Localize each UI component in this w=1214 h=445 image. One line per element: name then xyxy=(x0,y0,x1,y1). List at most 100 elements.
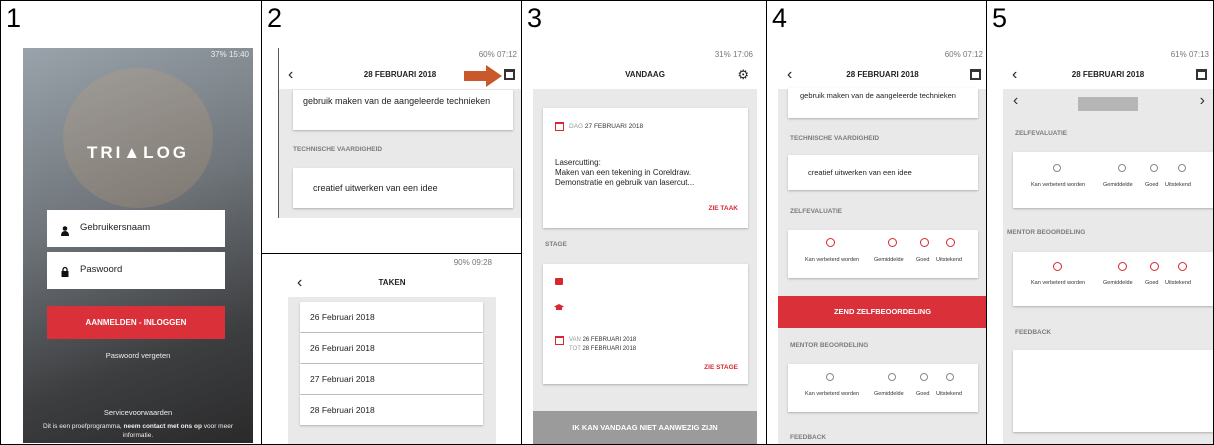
list-item[interactable]: 26 Februari 2018 xyxy=(300,333,483,363)
arrow-annotation xyxy=(464,65,502,92)
self-rating-card: Kan verbeterd worden Gemiddelde Goed Uit… xyxy=(788,230,978,278)
stage-card: VAN 26 FEBRUARI 2018 TOT 28 FEBRUARI 201… xyxy=(543,264,748,384)
skill-card: creatief uitwerken van een idee xyxy=(293,168,513,208)
header-date: 28 FEBRUARI 2018 xyxy=(363,70,437,79)
today-screen: 31% 17:06 VANDAAG ⚙ DAG 27 FEBRUARI 2018… xyxy=(533,48,757,444)
app-header: VANDAAG ⚙ xyxy=(533,61,757,89)
task-description: Lasercutting: Maken van een tekening in … xyxy=(555,158,695,187)
rating-option[interactable] xyxy=(1053,262,1062,271)
name-redacted xyxy=(1078,97,1138,111)
rating-option[interactable] xyxy=(946,238,955,247)
gear-icon[interactable]: ⚙ xyxy=(737,61,749,89)
mentor-evaluation-screen: 61% 07:13 ‹ 28 FEBRUARI 2018 ‹ › ZELFEVA… xyxy=(1003,48,1213,444)
section-title: MENTOR BEOORDELING xyxy=(790,342,869,349)
rating-option xyxy=(826,373,834,381)
rating-option[interactable] xyxy=(826,238,835,247)
app-header: ‹ TAKEN xyxy=(288,269,496,297)
skill-card: creatief uitwerken van een idee xyxy=(788,155,978,190)
status-bar: 60% 07:12 xyxy=(279,48,521,61)
password-field[interactable]: Paswoord xyxy=(47,252,225,289)
contact-link[interactable]: neem contact met ons op xyxy=(124,423,202,430)
previous-icon[interactable]: ‹ xyxy=(1013,92,1018,110)
calendar-icon xyxy=(555,122,564,131)
header-date: 28 FEBRUARI 2018 xyxy=(846,70,919,79)
list-item[interactable]: 27 Februari 2018 xyxy=(300,364,483,394)
section-title: STAGE xyxy=(545,241,567,248)
see-stage-link[interactable]: ZIE STAGE xyxy=(704,364,738,371)
lock-icon xyxy=(61,264,69,277)
login-screen: 37% 15:40 TRI▲LOG Gebruikersnaam Paswoor… xyxy=(23,48,253,443)
panel-1: 1 37% 15:40 TRI▲LOG Gebruikersnaam Paswo… xyxy=(0,0,262,445)
send-self-evaluation-button[interactable]: ZEND ZELFBEOORDELING xyxy=(778,296,986,328)
day-detail-screen: 60% 07:12 ‹ 28 FEBRUARI 2018 gebruik mak… xyxy=(278,48,521,218)
evaluation-screen: 60% 07:12 ‹ 28 FEBRUARI 2018 gebruik mak… xyxy=(778,48,986,444)
panel-5: 5 61% 07:13 ‹ 28 FEBRUARI 2018 ‹ › ZELFE… xyxy=(986,0,1214,445)
section-title: MENTOR BEOORDELING xyxy=(1007,229,1086,236)
task-card: DAG 27 FEBRUARI 2018 Lasercutting: Maken… xyxy=(543,108,748,228)
rating-option[interactable] xyxy=(1150,262,1159,271)
trialog-logo: TRI▲LOG xyxy=(86,143,190,162)
absent-button[interactable]: IK KAN VANDAAG NIET AANWEZIG ZIJN xyxy=(533,411,757,444)
rating-option[interactable] xyxy=(888,238,897,247)
rating-option[interactable] xyxy=(1178,262,1187,271)
see-task-link[interactable]: ZIE TAAK xyxy=(709,205,739,212)
panel-2: 2 60% 07:12 ‹ 28 FEBRUARI 2018 gebruik m… xyxy=(261,0,522,445)
briefcase-icon xyxy=(555,278,563,285)
terms-link[interactable]: Servicevoorwaarden xyxy=(23,408,253,417)
self-rating-card: Kan verbeterd worden Gemiddelde Goed Uit… xyxy=(1013,152,1213,208)
forgot-password-link[interactable]: Paswoord vergeten xyxy=(23,351,253,360)
panel-3: 3 31% 17:06 VANDAAG ⚙ DAG 27 FEBRUARI 20… xyxy=(521,0,767,445)
section-title: TECHNISCHE VAARDIGHEID xyxy=(293,146,383,153)
section-title: TECHNISCHE VAARDIGHEID xyxy=(790,135,880,142)
back-icon[interactable]: ‹ xyxy=(297,269,302,297)
rating-option xyxy=(946,373,954,381)
password-placeholder: Paswoord xyxy=(80,264,123,275)
header-title: VANDAAG xyxy=(625,70,665,79)
screenshot-grid: 1 37% 15:40 TRI▲LOG Gebruikersnaam Paswo… xyxy=(0,0,1214,445)
list-item[interactable]: 28 Februari 2018 xyxy=(300,395,483,425)
mentor-rating-card: Kan verbeterd worden Gemiddelde Goed Uit… xyxy=(788,364,978,412)
calendar-icon[interactable] xyxy=(1196,69,1207,80)
footer-text: Dit is een proefprogramma, neem contact … xyxy=(42,423,233,439)
panel-4: 4 60% 07:12 ‹ 28 FEBRUARI 2018 gebruik m… xyxy=(766,0,987,445)
rating-option xyxy=(1178,164,1186,172)
panel-number: 2 xyxy=(267,3,283,33)
panel-number: 5 xyxy=(992,3,1008,33)
goal-card: gebruik maken van de aangeleerde technie… xyxy=(293,90,513,130)
login-button[interactable]: AANMELDEN - INLOGGEN xyxy=(47,306,225,339)
header-title: TAKEN xyxy=(378,278,406,287)
back-icon[interactable]: ‹ xyxy=(288,61,293,89)
panel-number: 1 xyxy=(6,3,22,33)
section-title: FEEDBACK xyxy=(1015,329,1052,336)
rating-option xyxy=(888,373,896,381)
back-icon[interactable]: ‹ xyxy=(1012,61,1017,89)
rating-option[interactable] xyxy=(1118,262,1127,271)
calendar-icon[interactable] xyxy=(970,69,981,80)
graduation-cap-icon xyxy=(554,298,564,316)
calendar-icon xyxy=(555,336,564,345)
feedback-textarea[interactable] xyxy=(1013,350,1213,432)
calendar-icon[interactable] xyxy=(504,69,515,80)
rating-option xyxy=(1118,164,1126,172)
status-bar: 61% 07:13 xyxy=(1003,48,1213,61)
rating-option[interactable] xyxy=(920,238,929,247)
rating-option xyxy=(1150,164,1158,172)
task-list: 26 Februari 2018 26 Februari 2018 27 Feb… xyxy=(300,302,483,425)
section-title: FEEDBACK xyxy=(790,434,827,441)
username-placeholder: Gebruikersnaam xyxy=(80,222,151,233)
back-icon[interactable]: ‹ xyxy=(787,61,792,89)
mentor-rating-card: Kan verbeterd worden Gemiddelde Goed Uit… xyxy=(1013,252,1213,306)
header-date: 28 FEBRUARI 2018 xyxy=(1071,70,1145,79)
status-bar: 31% 17:06 xyxy=(533,48,757,61)
rating-option xyxy=(920,373,928,381)
username-field[interactable]: Gebruikersnaam xyxy=(47,210,225,247)
goal-card: gebruik maken van de aangeleerde technie… xyxy=(788,88,978,118)
section-title: ZELFEVALUATIE xyxy=(790,208,843,215)
list-item[interactable]: 26 Februari 2018 xyxy=(300,302,483,332)
next-icon[interactable]: › xyxy=(1200,92,1205,110)
rating-option xyxy=(1053,164,1061,172)
status-bar: 90% 09:28 xyxy=(288,256,496,269)
tasks-screen: 90% 09:28 ‹ TAKEN 26 Februari 2018 26 Fe… xyxy=(288,256,496,444)
panel-number: 4 xyxy=(772,3,788,33)
student-navigator: ‹ › xyxy=(1003,92,1213,116)
